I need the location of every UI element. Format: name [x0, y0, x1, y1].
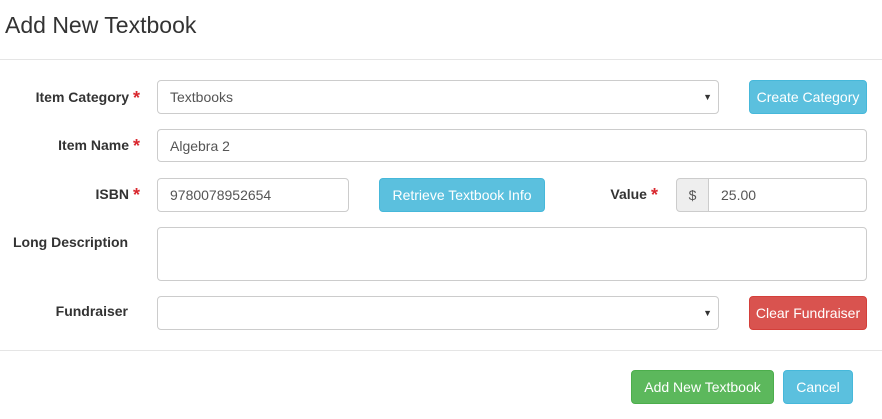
item-category-select[interactable]: Textbooks ▼	[157, 80, 719, 114]
item-name-label-group: Item Name *	[58, 134, 140, 156]
item-name-label: Item Name	[58, 137, 129, 153]
cancel-button[interactable]: Cancel	[783, 370, 853, 404]
long-description-label: Long Description	[13, 234, 129, 250]
add-new-textbook-button[interactable]: Add New Textbook	[631, 370, 774, 404]
currency-addon: $	[676, 178, 709, 212]
item-category-label: Item Category	[35, 89, 129, 105]
long-description-textarea[interactable]	[157, 227, 867, 281]
item-category-label-group: Item Category *	[35, 86, 140, 108]
clear-fundraiser-button[interactable]: Clear Fundraiser	[749, 296, 867, 330]
required-asterisk: *	[132, 185, 140, 205]
value-label-group: Value *	[610, 183, 658, 205]
create-category-button[interactable]: Create Category	[749, 80, 867, 114]
required-asterisk: *	[132, 136, 140, 156]
value-label: Value	[610, 186, 647, 202]
modal-title: Add New Textbook	[5, 12, 197, 38]
chevron-down-icon: ▼	[703, 308, 712, 318]
isbn-input[interactable]: 9780078952654	[157, 178, 349, 212]
chevron-down-icon: ▼	[703, 92, 712, 102]
item-name-input[interactable]: Algebra 2	[157, 129, 867, 162]
retrieve-textbook-info-button[interactable]: Retrieve Textbook Info	[379, 178, 545, 212]
isbn-label-group: ISBN *	[95, 183, 140, 205]
item-category-value: Textbooks	[170, 89, 234, 105]
footer-divider	[0, 350, 882, 351]
header-divider	[0, 59, 882, 60]
value-amount-input[interactable]: 25.00	[708, 178, 867, 212]
fundraiser-label: Fundraiser	[55, 303, 128, 319]
fundraiser-select[interactable]: ▼	[157, 296, 719, 330]
required-asterisk: *	[132, 88, 140, 108]
required-asterisk: *	[650, 185, 658, 205]
isbn-label: ISBN	[95, 186, 129, 202]
